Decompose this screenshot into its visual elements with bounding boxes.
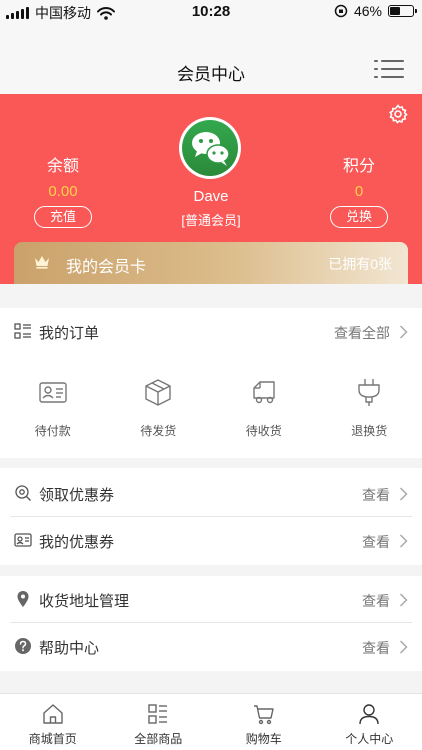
get-coupons-row[interactable]: 领取优惠券 查看 xyxy=(0,470,422,517)
grid-list-icon xyxy=(148,704,168,724)
order-pending-payment[interactable]: 待付款 xyxy=(0,368,106,458)
navigation-bar: 会员中心 xyxy=(0,24,422,94)
avatar[interactable] xyxy=(179,117,241,179)
order-status-grid: 待付款 待发货 待收货 退换货 xyxy=(0,368,422,458)
truck-icon xyxy=(253,381,275,404)
my-coupons-label: 我的优惠券 xyxy=(39,534,115,551)
view-link[interactable]: 查看 xyxy=(362,638,390,658)
get-coupons-label: 领取优惠券 xyxy=(39,487,115,504)
points-panel: 积分 0 兑换 xyxy=(314,152,404,228)
person-icon xyxy=(359,704,379,725)
orientation-lock-icon xyxy=(334,4,348,18)
bottom-tab-bar: 商城首页 全部商品 购物车 个人中心 xyxy=(0,693,422,750)
tab-label: 全部商品 xyxy=(134,732,183,746)
chevron-right-icon xyxy=(399,593,408,607)
battery-percent: 46% xyxy=(353,3,382,19)
tab-label: 商城首页 xyxy=(28,732,77,746)
balance-label: 余额 xyxy=(46,158,79,175)
order-pending-receipt[interactable]: 待收货 xyxy=(211,368,317,458)
order-status-label: 待收货 xyxy=(245,424,282,438)
order-status-label: 待付款 xyxy=(34,424,71,438)
chevron-right-icon xyxy=(399,487,408,501)
menu-icon[interactable] xyxy=(374,60,404,78)
tab-profile[interactable]: 个人中心 xyxy=(317,694,422,750)
status-bar: 中国移动 10:28 46% xyxy=(0,0,422,24)
member-card-label: 我的会员卡 xyxy=(66,259,147,276)
member-header: 余额 0.00 充值 Dave [普通会员] 积分 0 兑换 我的会员卡 已拥有… xyxy=(0,94,422,284)
view-link[interactable]: 查看 xyxy=(362,591,390,611)
points-value: 0 xyxy=(354,183,364,200)
chevron-right-icon xyxy=(399,534,408,548)
address-label: 收货地址管理 xyxy=(39,593,130,610)
orders-header-row[interactable]: 我的订单 查看全部 xyxy=(0,308,422,355)
settings-gear-icon[interactable] xyxy=(388,104,408,124)
help-center-label: 帮助中心 xyxy=(39,640,100,657)
member-card-count: 已拥有0张 xyxy=(328,256,392,272)
order-returns[interactable]: 退换货 xyxy=(317,368,422,458)
coupons-section: 领取优惠券 查看 我的优惠券 查看 xyxy=(0,468,422,565)
help-center-row[interactable]: 帮助中心 查看 xyxy=(0,623,422,670)
plug-icon xyxy=(358,379,380,406)
chevron-right-icon xyxy=(399,640,408,654)
order-list-icon xyxy=(14,323,31,339)
orders-title: 我的订单 xyxy=(39,325,100,342)
cart-icon xyxy=(253,705,274,725)
redeem-button[interactable]: 兑换 xyxy=(330,206,388,228)
tab-label: 购物车 xyxy=(245,732,282,746)
order-status-label: 退换货 xyxy=(351,424,388,438)
services-section: 收货地址管理 查看 帮助中心 查看 xyxy=(0,576,422,671)
my-coupons-row[interactable]: 我的优惠券 查看 xyxy=(0,517,422,564)
tab-label: 个人中心 xyxy=(345,732,394,746)
tab-home[interactable]: 商城首页 xyxy=(0,694,106,750)
crown-icon xyxy=(35,256,49,269)
view-all-orders-link[interactable]: 查看全部 xyxy=(334,323,390,343)
address-row[interactable]: 收货地址管理 查看 xyxy=(0,576,422,623)
battery-icon xyxy=(388,5,417,17)
tab-all-products[interactable]: 全部商品 xyxy=(106,694,212,750)
location-pin-icon xyxy=(17,591,29,607)
chevron-right-icon xyxy=(399,325,408,339)
orders-section: 我的订单 查看全部 待付款 待发货 待收货 退换货 xyxy=(0,308,422,458)
view-link[interactable]: 查看 xyxy=(362,532,390,552)
box-icon xyxy=(145,379,171,406)
order-pending-shipment[interactable]: 待发货 xyxy=(106,368,212,458)
order-status-label: 待发货 xyxy=(140,424,177,438)
home-icon xyxy=(43,704,63,724)
member-card-banner[interactable]: 我的会员卡 已拥有0张 xyxy=(14,242,408,284)
page-title: 会员中心 xyxy=(177,65,245,84)
wallet-card-icon xyxy=(39,382,67,403)
coupon-card-icon xyxy=(14,533,32,547)
wechat-avatar-icon xyxy=(192,132,230,166)
points-label: 积分 xyxy=(342,158,375,175)
tab-cart[interactable]: 购物车 xyxy=(211,694,317,750)
view-link[interactable]: 查看 xyxy=(362,485,390,505)
coupon-search-icon xyxy=(15,485,31,501)
help-question-icon xyxy=(15,638,31,654)
